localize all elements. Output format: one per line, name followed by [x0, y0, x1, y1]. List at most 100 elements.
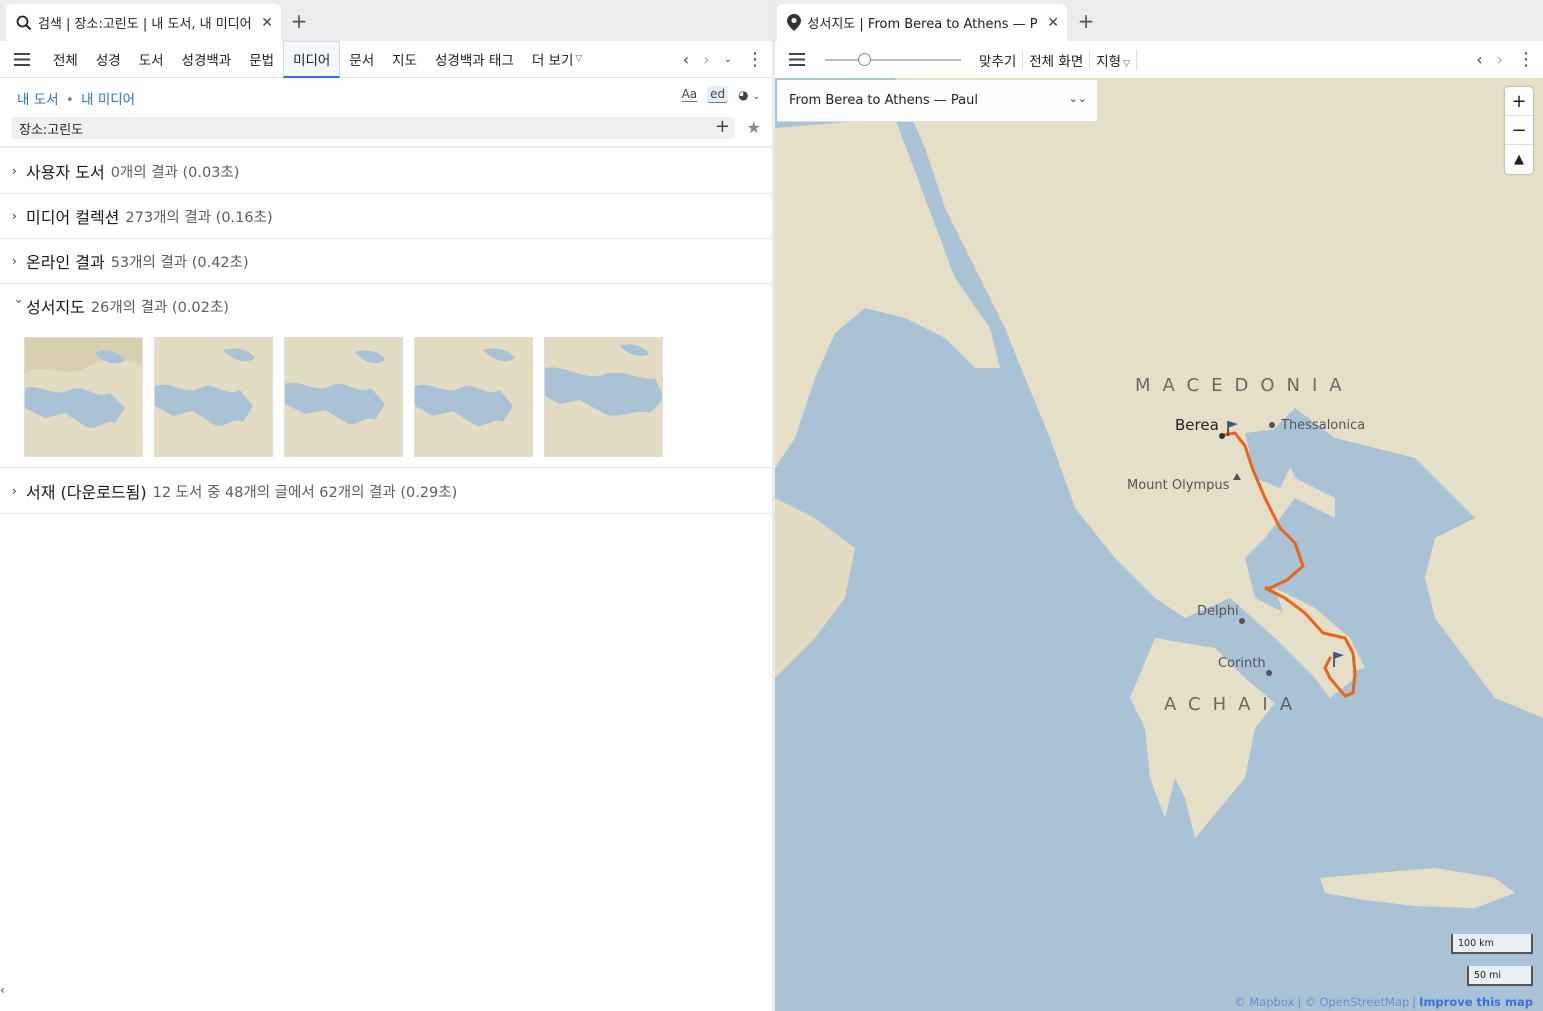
corinth-label[interactable]: Corinth	[1218, 656, 1266, 671]
divider	[0, 146, 772, 148]
result-title: 온라인 결과	[26, 253, 105, 272]
new-tab-button[interactable]: +	[1073, 8, 1099, 34]
nav-tab-documents[interactable]: 문서	[340, 41, 383, 78]
map-toolbar: 맞추기 전체 화면 지형 ▽ ‹ › ⋮	[775, 41, 1543, 78]
forward-icon[interactable]: ›	[703, 50, 709, 69]
nav-tab-more[interactable]: 더 보기 ▽	[523, 41, 591, 78]
fullscreen-button[interactable]: 전체 화면	[1023, 49, 1091, 70]
new-tab-button[interactable]: +	[286, 8, 312, 34]
more-options-icon[interactable]: ⋮	[1517, 49, 1535, 70]
search-tab-title: 검색 | 장소:고린도 | 내 도서, 내 미디어	[37, 17, 252, 32]
zoom-slider-knob[interactable]	[858, 52, 872, 66]
map-selector[interactable]: From Berea to Athens — Paul ⌄⌄	[777, 80, 1097, 122]
improve-map-link[interactable]: Improve this map	[1419, 995, 1533, 1009]
macedonia-label: MACEDONIA	[1135, 375, 1354, 396]
map-attribution: © Mapbox | © OpenStreetMap | Improve this ma…	[1234, 995, 1533, 1009]
delphi-label[interactable]: Delphi	[1197, 604, 1239, 619]
zoom-in-button[interactable]: +	[1505, 87, 1533, 116]
corinth-marker[interactable]	[1266, 670, 1272, 676]
thessalonica-marker[interactable]	[1269, 422, 1275, 428]
map-thumbnail[interactable]	[414, 337, 533, 457]
result-count: 26개의 결과 (0.02초)	[90, 299, 229, 316]
nav-tab-factbook-tags[interactable]: 성경백과 태그	[426, 41, 523, 78]
back-icon[interactable]: ‹	[683, 50, 689, 69]
terrain-label: 지형	[1096, 53, 1122, 70]
compass-icon[interactable]: ▲	[1505, 145, 1533, 174]
search-panel: 검색 | 장소:고린도 | 내 도서, 내 미디어 ✕ + 전체 성경 도서 성…	[0, 0, 772, 1011]
terrain-dropdown[interactable]: 지형 ▽	[1090, 49, 1138, 70]
chevron-down-icon: ▽	[575, 54, 583, 64]
search-tab[interactable]: 검색 | 장소:고린도 | 내 도서, 내 미디어 ✕	[6, 4, 281, 41]
result-media-collections[interactable]: › 미디어 컬렉션 273개의 결과 (0.16초)	[0, 194, 772, 239]
chevron-right-icon: ›	[12, 209, 17, 223]
zoom-slider-track	[825, 58, 961, 61]
view-options: Aa ed ◕ ⌄	[681, 86, 760, 103]
map-thumbnail[interactable]	[544, 337, 663, 457]
forward-icon[interactable]: ›	[1497, 50, 1503, 69]
more-options-icon[interactable]: ⋮	[746, 49, 764, 70]
chevron-right-icon: ›	[12, 484, 17, 498]
collapse-panel-icon[interactable]: ‹	[0, 983, 5, 997]
mapbox-link[interactable]: © Mapbox	[1234, 995, 1294, 1009]
map-thumbnails	[24, 337, 663, 457]
result-count: 0개의 결과 (0.03초)	[110, 164, 240, 181]
map-thumbnail[interactable]	[284, 337, 403, 457]
osm-link[interactable]: © OpenStreetMap	[1304, 995, 1409, 1009]
berea-label[interactable]: Berea	[1175, 416, 1219, 434]
berea-marker[interactable]	[1219, 433, 1225, 439]
search-icon	[14, 15, 34, 31]
menu-icon[interactable]	[775, 53, 819, 66]
nav-tab-maps[interactable]: 지도	[383, 41, 426, 78]
font-size-icon[interactable]: Aa	[681, 87, 698, 102]
nav-tab-more-label: 더 보기	[531, 53, 574, 69]
map-pin-icon	[785, 14, 803, 31]
nav-tab-bible[interactable]: 성경	[87, 41, 130, 78]
result-user-books[interactable]: › 사용자 도서 0개의 결과 (0.03초)	[0, 149, 772, 194]
map-svg	[775, 78, 1543, 1011]
achaia-label: ACHAIA	[1164, 694, 1305, 715]
thessalonica-label[interactable]: Thessalonica	[1281, 418, 1365, 433]
nav-tab-grammar[interactable]: 문법	[240, 41, 283, 78]
chevron-right-icon: ›	[12, 254, 17, 268]
display-mode-icon[interactable]: ◕ ⌄	[738, 88, 760, 102]
map-canvas[interactable]: MACEDONIA ACHAIA Berea Thessalonica Moun…	[775, 78, 1543, 1011]
delphi-marker[interactable]	[1239, 618, 1245, 624]
scope-my-books-link[interactable]: 내 도서	[17, 92, 59, 108]
fit-button[interactable]: 맞추기	[973, 49, 1024, 70]
nav-tab-media[interactable]: 미디어	[283, 40, 341, 78]
map-tab-title: 성서지도 | From Berea to Athens — Paul	[807, 17, 1038, 32]
right-tab-strip: 성서지도 | From Berea to Athens — Paul ✕ +	[775, 0, 1543, 41]
back-icon[interactable]: ‹	[1476, 50, 1482, 69]
nav-tab-all[interactable]: 전체	[44, 41, 87, 78]
close-icon[interactable]: ✕	[1047, 15, 1059, 31]
star-icon[interactable]: ★	[747, 118, 761, 137]
result-online[interactable]: › 온라인 결과 53개의 결과 (0.42초)	[0, 239, 772, 284]
scope-my-media-link[interactable]: 내 미디어	[81, 92, 135, 108]
map-tab[interactable]: 성서지도 | From Berea to Athens — Paul ✕	[777, 4, 1067, 41]
close-icon[interactable]: ✕	[261, 15, 273, 31]
menu-icon[interactable]	[0, 52, 44, 66]
result-count: 53개의 결과 (0.42초)	[110, 254, 249, 271]
result-title: 서재 (다운로드됨)	[26, 483, 147, 502]
mount-olympus-label[interactable]: Mount Olympus	[1127, 478, 1229, 493]
map-thumbnail[interactable]	[154, 337, 273, 457]
inflection-icon[interactable]: ed	[707, 86, 729, 103]
chevron-down-icon: ›	[12, 299, 26, 304]
map-thumbnail[interactable]	[24, 337, 143, 457]
result-count: 12 도서 중 48개의 글에서 62개의 결과 (0.29초)	[152, 484, 458, 501]
nav-tab-factbook[interactable]: 성경백과	[173, 41, 241, 78]
left-toolbar-right: ‹ › ⌄ ⋮	[683, 41, 764, 78]
zoom-slider[interactable]	[825, 50, 961, 70]
app-root: 검색 | 장소:고린도 | 내 도서, 내 미디어 ✕ + 전체 성경 도서 성…	[0, 0, 1543, 1011]
zoom-out-button[interactable]: −	[1505, 116, 1533, 145]
zoom-controls: + − ▲	[1505, 87, 1533, 174]
result-library-downloaded[interactable]: › 서재 (다운로드됨) 12 도서 중 48개의 글에서 62개의 결과 (0…	[0, 469, 772, 514]
chevron-down-icon: ▽	[1123, 58, 1131, 69]
map-panel: 성서지도 | From Berea to Athens — Paul ✕ + 맞…	[775, 0, 1543, 1011]
history-chevron-icon[interactable]: ⌄	[724, 54, 732, 65]
map-selector-title: From Berea to Athens — Paul	[789, 93, 978, 108]
add-search-icon[interactable]: +	[715, 116, 730, 137]
nav-tab-books[interactable]: 도서	[130, 41, 173, 78]
search-input[interactable]: 장소:고린도	[11, 117, 735, 139]
search-query-text: 장소:고린도	[19, 122, 84, 138]
